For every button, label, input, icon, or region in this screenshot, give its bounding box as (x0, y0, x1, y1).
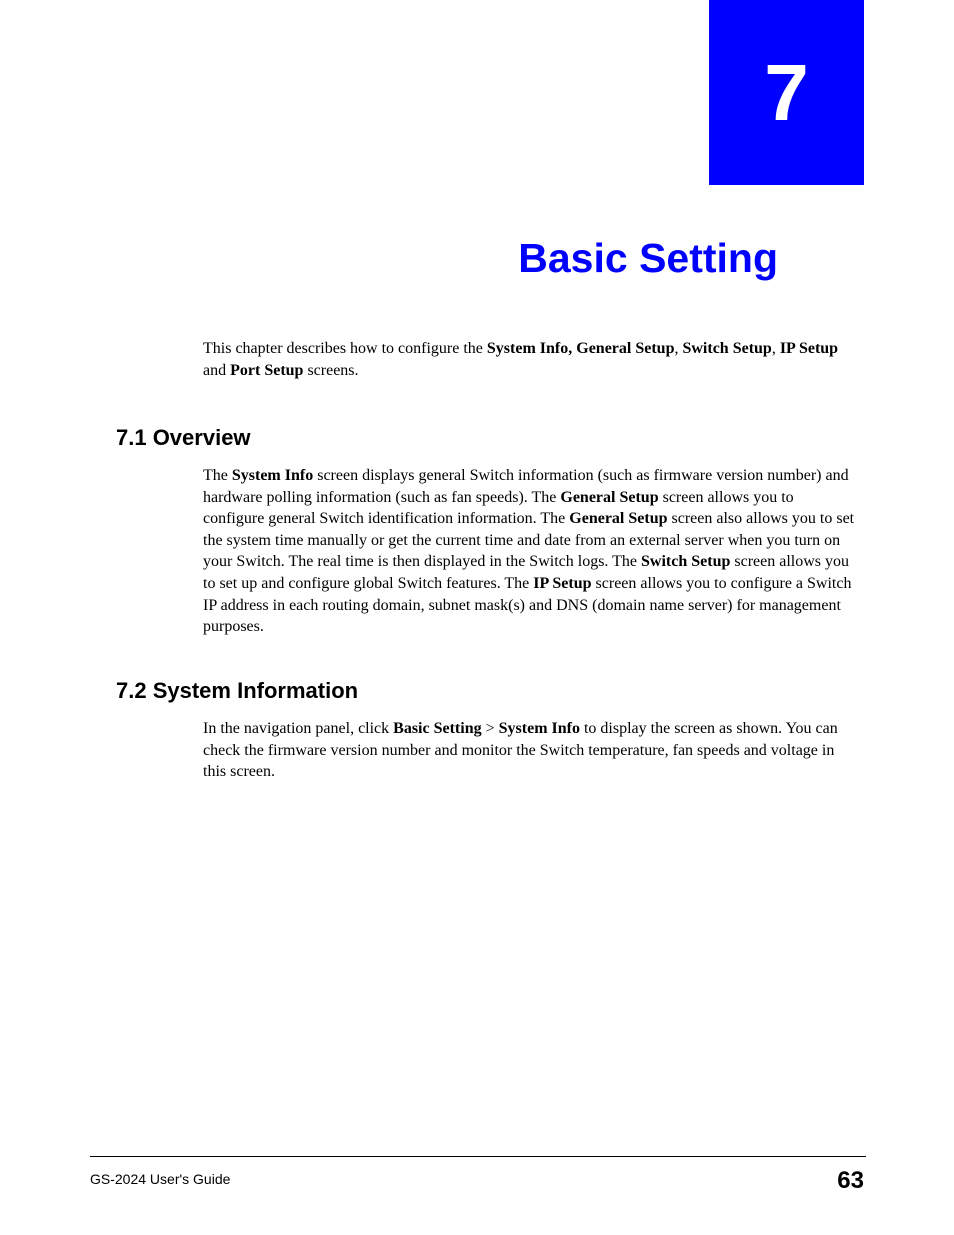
body-text: > (482, 720, 499, 737)
footer-page-number: 63 (837, 1167, 864, 1195)
intro-bold: Switch Setup (682, 340, 771, 357)
intro-paragraph: This chapter describes how to configure … (203, 338, 858, 381)
system-information-paragraph: In the navigation panel, click Basic Set… (203, 718, 858, 783)
intro-bold: System Info, General Setup (487, 340, 675, 357)
chapter-number: 7 (764, 47, 809, 139)
chapter-number-box: 7 (709, 0, 864, 185)
body-bold: IP Setup (533, 575, 591, 592)
chapter-title: Basic Setting (0, 235, 865, 282)
footer-guide-name: GS-2024 User's Guide (90, 1171, 230, 1187)
intro-bold: Port Setup (230, 362, 303, 379)
footer-rule (90, 1156, 866, 1157)
body-text: The (203, 467, 232, 484)
intro-bold: IP Setup (780, 340, 838, 357)
body-bold: System Info (499, 720, 580, 737)
intro-text: This chapter describes how to configure … (203, 340, 487, 357)
section-heading-overview: 7.1 Overview (116, 425, 251, 451)
intro-text: screens. (303, 362, 358, 379)
body-bold: General Setup (569, 510, 667, 527)
body-bold: Basic Setting (393, 720, 481, 737)
body-bold: System Info (232, 467, 313, 484)
body-text: In the navigation panel, click (203, 720, 393, 737)
section-heading-system-information: 7.2 System Information (116, 678, 358, 704)
intro-text: , (772, 340, 780, 357)
overview-paragraph: The System Info screen displays general … (203, 465, 858, 638)
body-bold: General Setup (560, 489, 658, 506)
body-bold: Switch Setup (641, 553, 730, 570)
intro-text: and (203, 362, 230, 379)
